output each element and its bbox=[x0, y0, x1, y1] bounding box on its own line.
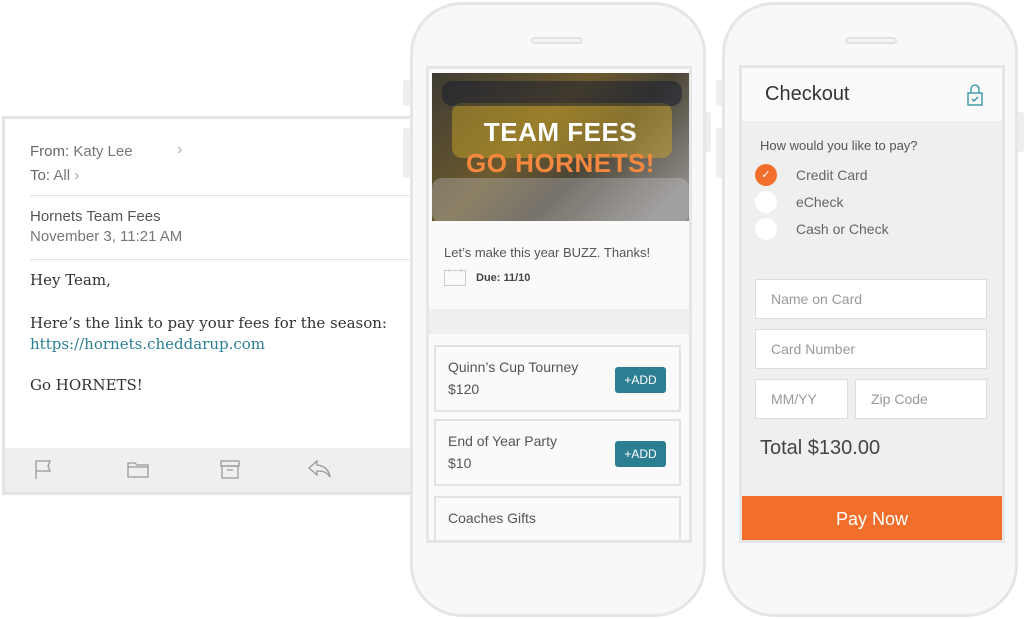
option-label: eCheck bbox=[796, 194, 844, 210]
phone-speaker bbox=[845, 37, 897, 44]
from-value: Katy Lee bbox=[73, 143, 133, 160]
divider bbox=[30, 195, 420, 196]
phone-checkout: Checkout How would you like to pay? ✓ Cr… bbox=[722, 2, 1018, 617]
checkout-header: Checkout bbox=[742, 68, 1002, 121]
zip-code-input[interactable]: Zip Code bbox=[855, 379, 987, 419]
phone-collection: TEAM FEES GO HORNETS! Let’s make this ye… bbox=[410, 2, 706, 617]
item-name: End of Year Party bbox=[448, 433, 557, 449]
item-card: Coaches Gifts bbox=[434, 496, 681, 540]
card-number-input[interactable]: Card Number bbox=[755, 329, 987, 369]
email-panel: From: Katy Lee › To: All › Hornets Team … bbox=[2, 116, 420, 495]
item-name: Coaches Gifts bbox=[448, 510, 536, 526]
lock-icon bbox=[967, 84, 983, 106]
item-price: $120 bbox=[448, 381, 480, 397]
archive-icon[interactable] bbox=[219, 458, 241, 480]
option-label: Credit Card bbox=[796, 167, 868, 183]
checkout-title: Checkout bbox=[765, 83, 850, 105]
email-date: November 3, 11:21 AM bbox=[30, 228, 183, 245]
reply-icon[interactable] bbox=[307, 458, 333, 480]
email-greeting: Hey Team, bbox=[30, 271, 111, 289]
to-value: All bbox=[53, 167, 71, 184]
collection-description: Let’s make this year BUZZ. Thanks! bbox=[444, 245, 651, 260]
email-toolbar bbox=[5, 448, 416, 492]
expiry-input[interactable]: MM/YY bbox=[755, 379, 848, 419]
item-price: $10 bbox=[448, 455, 472, 471]
to-label: To: bbox=[30, 167, 51, 184]
section-divider bbox=[429, 309, 689, 334]
radio-credit-card[interactable]: ✓ bbox=[755, 164, 777, 186]
email-link[interactable]: https://hornets.cheddarup.com bbox=[30, 335, 265, 353]
radio-cash-or-check[interactable] bbox=[755, 218, 777, 240]
email-signoff: Go HORNETS! bbox=[30, 376, 143, 394]
add-button[interactable]: +ADD bbox=[615, 367, 666, 393]
due-date: Due: 11/10 bbox=[476, 272, 531, 284]
email-subject: Hornets Team Fees bbox=[30, 208, 161, 225]
collection-screen: TEAM FEES GO HORNETS! Let’s make this ye… bbox=[426, 66, 692, 543]
hero-subtitle: GO HORNETS! bbox=[466, 148, 655, 178]
item-card: Quinn’s Cup Tourney $120 +ADD bbox=[434, 345, 681, 412]
item-card: End of Year Party $10 +ADD bbox=[434, 419, 681, 486]
folder-icon[interactable] bbox=[127, 458, 149, 480]
option-label: Cash or Check bbox=[796, 221, 889, 237]
pay-now-button[interactable]: Pay Now bbox=[742, 496, 1002, 540]
chevron-right-icon: › bbox=[74, 167, 80, 184]
to-line[interactable]: To: All › bbox=[30, 167, 79, 184]
name-on-card-input[interactable]: Name on Card bbox=[755, 279, 987, 319]
item-name: Quinn’s Cup Tourney bbox=[448, 359, 579, 375]
hero-title: TEAM FEES bbox=[483, 117, 638, 147]
total-amount: Total $130.00 bbox=[760, 437, 881, 459]
checkout-screen: Checkout How would you like to pay? ✓ Cr… bbox=[739, 65, 1005, 543]
add-button[interactable]: +ADD bbox=[615, 441, 666, 467]
flag-icon[interactable] bbox=[33, 458, 55, 480]
email-body: Here’s the link to pay your fees for the… bbox=[30, 314, 387, 332]
chevron-right-icon[interactable]: › bbox=[177, 141, 182, 159]
phone-speaker bbox=[531, 37, 583, 44]
calendar-icon bbox=[444, 269, 466, 286]
payment-question: How would you like to pay? bbox=[760, 138, 918, 153]
divider bbox=[30, 259, 420, 260]
radio-echeck[interactable] bbox=[755, 191, 777, 213]
from-line[interactable]: From: Katy Lee bbox=[30, 143, 133, 160]
from-label: From: bbox=[30, 143, 70, 160]
hero-image: TEAM FEES GO HORNETS! bbox=[432, 73, 689, 221]
